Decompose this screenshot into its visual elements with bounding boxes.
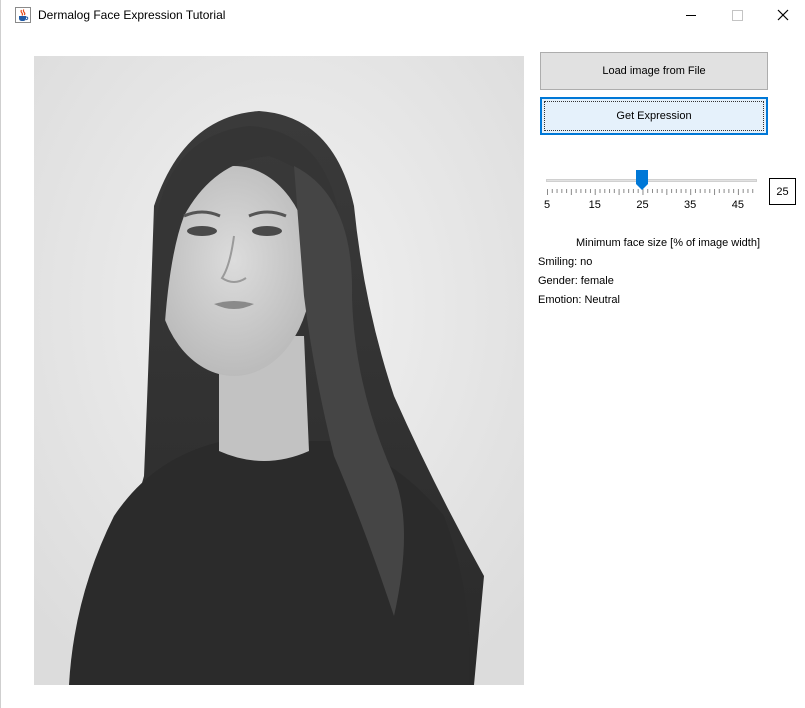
slider-ticks: [547, 189, 754, 195]
gender-result: Gender: female: [538, 275, 614, 287]
app-window: Dermalog Face Expression Tutorial Load i…: [0, 0, 805, 708]
min-face-size-value-text: 25: [776, 185, 789, 198]
min-face-size-caption: Minimum face size [% of image width]: [576, 237, 761, 249]
slider-tick-label: 45: [731, 199, 745, 211]
get-expression-button[interactable]: Get Expression: [540, 97, 768, 135]
slider-tick-label: 15: [588, 199, 601, 211]
slider-track[interactable]: [546, 179, 757, 182]
window-title: Dermalog Face Expression Tutorial: [38, 8, 226, 22]
slider-tick-label: 35: [684, 199, 697, 211]
smiling-result: Smiling: no: [538, 256, 593, 268]
load-image-button-label: Load image from File: [602, 65, 706, 77]
maximize-icon[interactable]: [714, 0, 760, 31]
image-preview: [34, 56, 524, 685]
load-image-button[interactable]: Load image from File: [540, 52, 768, 90]
slider-tick-label: 5: [543, 199, 551, 211]
close-icon[interactable]: [760, 0, 805, 31]
emotion-result: Emotion: Neutral: [538, 294, 620, 306]
title-bar[interactable]: Dermalog Face Expression Tutorial: [1, 0, 805, 31]
java-cup-icon: [15, 7, 31, 23]
slider-thumb[interactable]: [636, 170, 649, 190]
get-expression-button-label: Get Expression: [616, 110, 692, 122]
min-face-size-value: 25: [769, 178, 796, 205]
minimize-icon[interactable]: [668, 0, 714, 31]
slider-tick-label: 25: [636, 199, 649, 211]
min-face-size-slider[interactable]: 5 15 25 35 45: [540, 165, 770, 215]
